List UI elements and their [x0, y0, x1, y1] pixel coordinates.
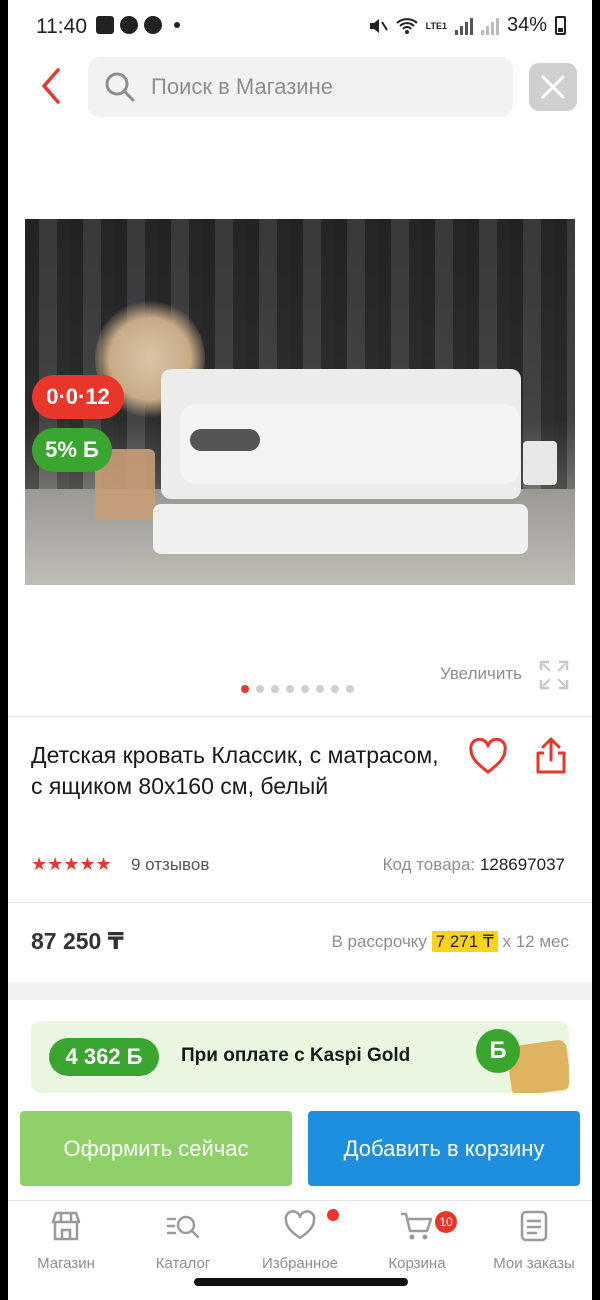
reviews-link[interactable]: 9 отзывов [131, 855, 209, 875]
nav-item-shop[interactable]: Магазин [8, 1209, 124, 1272]
installment-info: В рассрочку 7 271 ₸ x 12 мес [331, 931, 570, 952]
pagination-dot[interactable] [346, 685, 354, 693]
nav-label: Мои заказы [493, 1255, 575, 1272]
nav-item-cart[interactable]: Корзина 10 [359, 1209, 475, 1272]
heart-icon [284, 1210, 316, 1240]
network-type: LTE1 [425, 20, 447, 31]
section-separator [8, 982, 592, 1000]
bonus-coin-icon: Б [476, 1029, 520, 1073]
zoom-label[interactable]: Увеличить [440, 664, 522, 684]
kaspi-gold-text: При оплате с Kaspi Gold [181, 1045, 411, 1066]
signal-icon-2 [480, 17, 499, 35]
pagination-dot[interactable] [256, 685, 264, 693]
rating-stars[interactable]: ★★★★★ [31, 854, 112, 875]
installment-prefix: В рассрочку [331, 932, 427, 951]
nav-label: Каталог [155, 1255, 211, 1272]
pagination-dot[interactable] [241, 685, 249, 693]
favorites-notification-dot [327, 1209, 339, 1221]
battery-icon [555, 16, 566, 35]
gallery-notification-icon [96, 16, 114, 34]
nav-label: Магазин [37, 1255, 95, 1272]
gallery-pagination [241, 685, 354, 693]
pagination-dot[interactable] [301, 685, 309, 693]
orders-icon [520, 1210, 548, 1242]
more-notifications-dot [174, 22, 180, 28]
app-notification-icon [144, 16, 162, 34]
product-code: Код товара: 128697037 [383, 855, 565, 875]
buy-now-button[interactable]: Оформить сейчас [20, 1111, 292, 1186]
close-icon [541, 75, 565, 99]
installment-amount: 7 271 ₸ [431, 931, 498, 952]
search-input[interactable]: Поиск в Магазине [88, 57, 513, 117]
kaspi-bonus-pill: 4 362 Б [49, 1038, 159, 1076]
nav-item-favorites[interactable]: Избранное [242, 1209, 358, 1272]
back-arrow-icon[interactable] [36, 66, 66, 106]
price: 87 250 ₸ [31, 928, 124, 954]
favorite-heart-icon[interactable] [468, 738, 508, 776]
product-code-label: Код товара: [382, 855, 476, 874]
add-to-cart-button[interactable]: Добавить в корзину [308, 1111, 580, 1186]
battery-percent: 34% [506, 14, 547, 36]
screen: 11:40 LTE1 34% Поиск в Магазине 0·0·12 5… [8, 0, 592, 1300]
product-code-value: 128697037 [479, 855, 565, 874]
pagination-dot[interactable] [316, 685, 324, 693]
pagination-dot[interactable] [331, 685, 339, 693]
search-icon [105, 72, 135, 102]
fan-notification-icon [120, 16, 138, 34]
status-bar: 11:40 LTE1 34% [8, 0, 592, 55]
pagination-dot[interactable] [286, 685, 294, 693]
bonus-badge: 5% Б [32, 428, 112, 472]
divider [8, 716, 592, 717]
wifi-icon [395, 17, 418, 34]
cart-icon [401, 1212, 433, 1240]
home-indicator[interactable] [194, 1278, 408, 1286]
installment-badge: 0·0·12 [32, 375, 124, 419]
kaspi-gold-banner[interactable]: 4 362 Б При оплате с Kaspi Gold Б [31, 1021, 569, 1093]
nav-item-catalog[interactable]: Каталог [125, 1209, 241, 1272]
product-title: Детская кровать Классик, с матрасом, с я… [31, 742, 439, 799]
expand-icon[interactable] [539, 660, 569, 690]
installment-suffix: x 12 мес [502, 932, 570, 951]
signal-icon [454, 17, 473, 35]
divider [8, 902, 592, 903]
pagination-dot[interactable] [271, 685, 279, 693]
cart-count-badge: 10 [435, 1211, 457, 1233]
mute-icon [369, 18, 388, 33]
nav-item-orders[interactable]: Мои заказы [476, 1209, 592, 1272]
catalog-search-icon [166, 1215, 200, 1239]
search-placeholder: Поиск в Магазине [151, 74, 333, 99]
nav-label: Корзина [388, 1255, 446, 1272]
nav-label: Избранное [261, 1255, 339, 1272]
store-icon [51, 1211, 81, 1241]
close-button[interactable] [529, 63, 577, 111]
status-time: 11:40 [36, 15, 87, 38]
share-icon[interactable] [533, 736, 569, 776]
